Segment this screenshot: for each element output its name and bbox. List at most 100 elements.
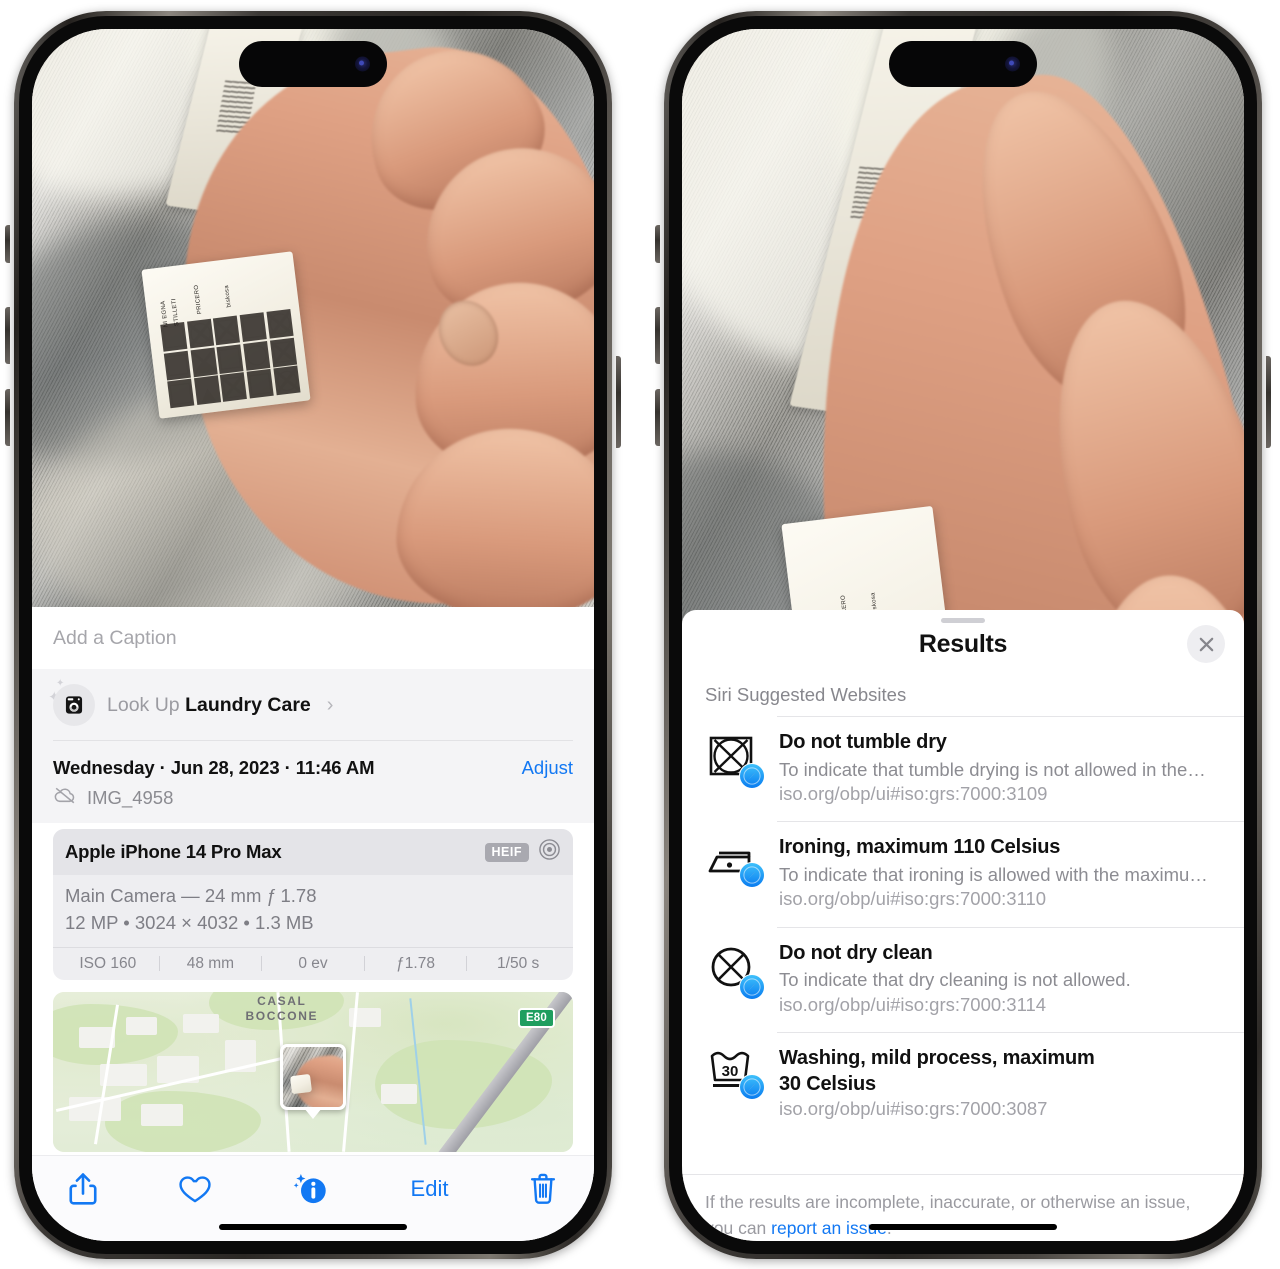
favorite-button[interactable] [178,1174,212,1204]
result-body: Ironing, maximum 110 Celsius To indicate… [779,835,1221,911]
camera-card-body: Main Camera — 24 mm ƒ 1.78 12 MP • 3024 … [53,875,573,947]
home-indicator-right[interactable] [869,1224,1057,1230]
date-line: Wednesday · Jun 28, 2023 · 11:46 AM Adju… [53,757,573,779]
map-park [105,1090,261,1152]
care-symbol-no-dryclean-2 [273,366,301,396]
info-sparkle-button[interactable] [291,1171,331,1207]
do-not-dry-clean-icon [705,941,765,1000]
lookup-block: ✦ ✦ [32,669,594,823]
care-symbol-iron-2 [216,344,244,374]
camera-device-name: Apple iPhone 14 Pro Max [65,841,282,862]
result-row[interactable]: 30 Washing, mild process, maximum 30 Cel… [682,1032,1244,1137]
lookup-laundry-care-row[interactable]: ✦ ✦ [32,669,594,740]
result-title: Washing, mild process, maximum 30 Celsiu… [779,1047,1095,1095]
result-title: Do not dry clean [779,941,933,964]
front-camera-icon [1005,56,1020,72]
map-place-line1: CASAL [257,993,307,1008]
map-building [125,1017,157,1035]
exif-iso: ISO 160 [79,954,137,972]
volume-down-button[interactable] [5,389,10,446]
svg-text:30: 30 [722,1063,739,1080]
close-button[interactable] [1187,625,1225,663]
delete-button[interactable] [528,1172,558,1206]
cloud-slash-icon [53,786,77,809]
care-symbol-no-dryclean [266,309,294,339]
care-symbol-no-tumble-3 [220,372,248,403]
camera-card-badges: HEIF [484,838,561,866]
section-label-siri-suggested: Siri Suggested Websites [705,684,907,705]
care-symbol-iron-3 [246,369,274,399]
result-title: Ironing, maximum 110 Celsius [779,836,1061,859]
home-indicator-left[interactable] [219,1224,407,1230]
care-symbol-dryclean [243,340,271,371]
phone-left: NI EGNA STILLETI PRICERO biskosa Add a C… [5,11,621,1259]
caption-row[interactable]: Add a Caption [32,607,594,669]
camera-info-card: Apple iPhone 14 Pro Max HEIF Main Camera… [53,829,573,980]
camera-size-line: 12 MP • 3024 × 4032 • 1.3 MB [65,911,314,933]
result-url: iso.org/obp/ui#iso:grs:7000:3109 [779,783,1048,804]
care-symbol-iron [239,312,267,343]
lookup-prefix: Look Up [107,693,186,716]
result-body: Do not tumble dry To indicate that tumbl… [779,730,1221,806]
chevron-right-icon: › [326,693,334,716]
care-label-text: biskosa [224,284,234,308]
care-symbol-wash [160,322,188,352]
laundry-care-label [290,1074,313,1095]
results-footer: If the results are incomplete, inaccurat… [682,1174,1244,1241]
camera-lens-line: Main Camera — 24 mm ƒ 1.78 [65,885,317,906]
screen-left: NI EGNA STILLETI PRICERO biskosa Add a C… [32,29,594,1241]
result-body: Do not dry clean To indicate that dry cl… [779,941,1221,1017]
map-place-label: CASAL BOCCONE [246,994,319,1024]
laundry-care-label: NI EGNA STILLETI PRICERO biskosa [141,251,311,420]
power-button[interactable] [616,356,621,448]
lookup-icon-wrap: ✦ ✦ [48,679,95,726]
care-symbol-bleach [193,375,221,406]
care-symbol-no-tumble-2 [269,337,297,368]
result-row[interactable]: Do not tumble dry To indicate that tumbl… [682,716,1244,821]
volume-down-button[interactable] [655,389,660,446]
result-description: To indicate that ironing is allowed with… [779,864,1208,885]
iron-one-dot-icon [705,835,765,893]
care-symbol-wash-3 [167,379,195,409]
dynamic-island-left[interactable] [239,41,387,87]
adjust-button[interactable]: Adjust [522,757,573,779]
power-button[interactable] [1266,356,1271,448]
lookup-subject: Laundry Care [185,693,311,716]
front-camera-icon [355,56,370,72]
caption-placeholder[interactable]: Add a Caption [53,627,177,650]
result-row[interactable]: Do not dry clean To indicate that dry cl… [682,926,1244,1032]
dynamic-island-right[interactable] [889,41,1037,87]
edit-button[interactable]: Edit [411,1176,449,1202]
result-body: Washing, mild process, maximum 30 Celsiu… [779,1046,1221,1122]
camera-card-header: Apple iPhone 14 Pro Max HEIF [53,829,573,875]
exif-shutter: 1/50 s [497,954,540,972]
photo-viewer-left[interactable]: NI EGNA STILLETI PRICERO biskosa [32,29,594,607]
mute-switch[interactable] [5,225,10,263]
result-title: Do not tumble dry [779,731,947,753]
wash-30-mild-icon: 30 [705,1046,765,1104]
volume-up-button[interactable] [655,307,660,364]
results-title: Results [918,630,1008,658]
map-photo-pin[interactable] [280,1043,346,1110]
photo-filename: IMG_4958 [87,786,174,808]
safari-icon [739,862,765,889]
result-url: iso.org/obp/ui#iso:grs:7000:3114 [779,993,1047,1015]
share-button[interactable] [68,1172,98,1206]
care-symbol-no-tumble [213,315,241,346]
care-symbol-no-bleach-2 [190,347,218,378]
washing-machine-icon [53,684,95,726]
volume-up-button[interactable] [5,307,10,364]
result-row[interactable]: Ironing, maximum 110 Celsius To indicate… [682,821,1244,926]
camera-exif-row: ISO 160 48 mm 0 ev ƒ1.78 1/50 s [53,946,573,980]
care-symbol-wash-2 [163,350,192,381]
map-pin-thumbnail [283,1046,343,1107]
screenshot-stage: NI EGNA STILLETI PRICERO biskosa Add a C… [0,0,1280,1269]
date-block: Wednesday · Jun 28, 2023 · 11:46 AM Adju… [32,741,594,823]
safari-icon [739,973,765,1000]
result-description: To indicate that dry cleaning is not all… [779,969,1131,991]
exif-aperture: ƒ1.78 [396,954,435,972]
photo-datetime: Wednesday · Jun 28, 2023 · 11:46 AM [53,757,375,778]
mute-switch[interactable] [655,225,660,263]
location-map-card[interactable]: CASAL BOCCONE E80 [53,991,573,1152]
results-list: Do not tumble dry To indicate that tumbl… [682,716,1244,1174]
